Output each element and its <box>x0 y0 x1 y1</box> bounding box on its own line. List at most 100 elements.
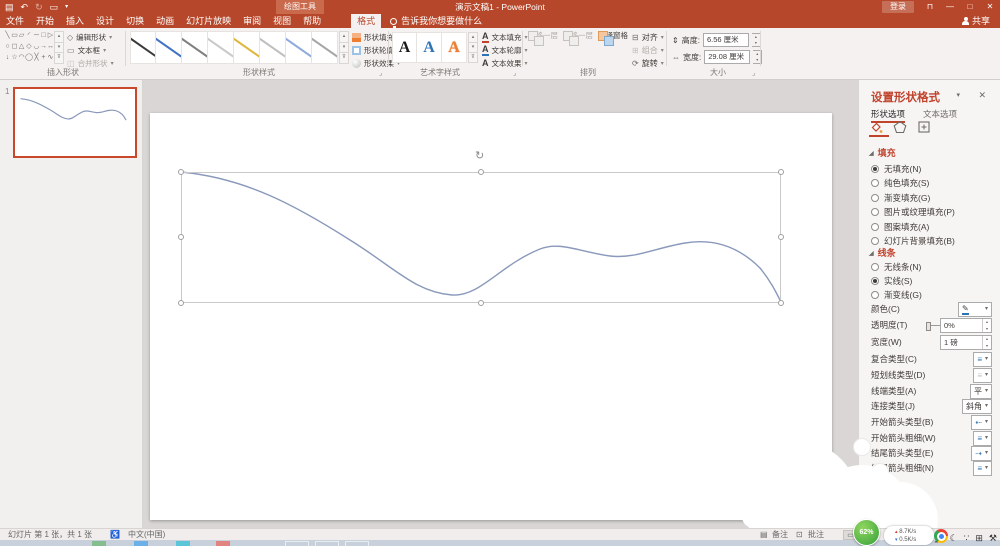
scroll-up-icon[interactable]: ▴ <box>339 31 349 43</box>
wordart-item[interactable]: A <box>392 32 417 63</box>
shape-rect-icon[interactable]: ▭ <box>11 31 18 41</box>
fill-option[interactable]: 纯色填充(S) <box>871 178 994 192</box>
wordart-gallery[interactable]: A A A <box>392 32 467 63</box>
signin-button[interactable]: 登录 <box>882 1 914 13</box>
line-width-input[interactable]: 1 磅 ▴▾ <box>940 335 992 350</box>
tab-slideshow[interactable]: 幻灯片放映 <box>180 14 237 28</box>
spin-down-icon[interactable]: ▾ <box>983 326 991 333</box>
line-style-item[interactable] <box>234 31 260 64</box>
spin-down-icon[interactable]: ▾ <box>752 40 760 46</box>
shape-arrow-right-icon[interactable]: → <box>40 42 47 52</box>
ime-tools-icon[interactable]: ⚒ <box>989 533 997 544</box>
shape-arc2-icon[interactable]: ◠ <box>18 53 25 63</box>
spin-down-icon[interactable]: ▾ <box>983 343 991 350</box>
wordart-scrollbar[interactable]: ▴ ▾ ⊽ <box>468 32 478 63</box>
shape-line-icon[interactable]: ╲ <box>4 31 11 41</box>
pane-tab-text-options[interactable]: 文本选项 <box>923 108 957 120</box>
insert-shapes-gallery[interactable]: ╲▭▱◜─□▷ ○◻△◇◡→↔ ↓☆◠◯╳+∿ <box>4 31 54 63</box>
size-properties-icon[interactable] <box>917 120 937 137</box>
radio-selected-icon[interactable] <box>871 277 879 285</box>
resize-handle-ne[interactable] <box>778 169 784 175</box>
radio-icon[interactable] <box>871 194 879 202</box>
line-style-item[interactable] <box>260 31 286 64</box>
taskbar-button[interactable] <box>285 541 309 546</box>
line-style-item[interactable] <box>286 31 312 64</box>
effects-icon[interactable] <box>893 120 913 137</box>
transparency-stepper[interactable]: ▴▾ <box>982 319 991 332</box>
resize-handle-se[interactable] <box>778 300 784 306</box>
resize-handle-w[interactable] <box>178 234 184 240</box>
ime-fullhalf-icon[interactable]: ☾ <box>950 533 958 544</box>
line-style-item[interactable] <box>130 31 156 64</box>
taskbar-app-icon[interactable] <box>134 541 148 546</box>
fill-option[interactable]: 图片或纹理填充(P) <box>871 207 994 221</box>
fill-and-line-icon[interactable] <box>869 120 889 137</box>
shape-arrow-down-icon[interactable]: ↓ <box>4 53 11 63</box>
shape-triangle-icon[interactable]: △ <box>18 42 25 52</box>
join-type-dropdown[interactable]: 斜角▾ <box>962 399 992 414</box>
begin-arrow-size-dropdown[interactable]: ≡▾ <box>973 431 992 446</box>
rotate-button[interactable]: ⟳ 旋转 ▾ <box>632 58 664 69</box>
begin-arrow-type-dropdown[interactable]: ⇠▾ <box>971 415 992 430</box>
resize-handle-e[interactable] <box>778 234 784 240</box>
slide-thumbnail[interactable] <box>13 87 137 158</box>
edit-shape-button[interactable]: ◇ 编辑形状 ▾ <box>67 32 112 43</box>
shape-plus-icon[interactable]: + <box>40 53 47 63</box>
tab-home[interactable]: 开始 <box>30 14 60 28</box>
gallery-more-icon[interactable]: ⊽ <box>339 53 349 64</box>
resize-handle-nw[interactable] <box>178 169 184 175</box>
taskbar-button[interactable] <box>345 541 369 546</box>
shape-x-icon[interactable]: ╳ <box>33 53 40 63</box>
shape-rounded-rect-icon[interactable]: ◻ <box>11 42 18 52</box>
shape-arrow-both-icon[interactable]: ↔ <box>47 42 54 52</box>
align-button[interactable]: ⊟ 对齐 ▾ <box>632 32 664 43</box>
dialog-launcher-icon[interactable]: ⌟ <box>379 70 382 77</box>
radio-icon[interactable] <box>871 237 879 245</box>
line-style-item[interactable] <box>208 31 234 64</box>
dialog-launcher-icon[interactable]: ⌟ <box>513 70 516 77</box>
comments-button[interactable]: 批注 <box>808 529 824 540</box>
slideshow-icon[interactable]: ▭ <box>50 0 59 14</box>
pane-options-icon[interactable]: ▾ <box>956 91 960 99</box>
line-style-item[interactable] <box>312 31 338 64</box>
text-outline-button[interactable]: A 文本轮廓 ▾ <box>482 45 528 56</box>
shape-curve-icon[interactable]: ◡ <box>33 42 40 52</box>
gallery-more-icon[interactable]: ⊽ <box>54 53 64 64</box>
wordart-item[interactable]: A <box>417 32 442 63</box>
fill-option[interactable]: 无填充(N) <box>871 164 994 178</box>
scroll-up-icon[interactable]: ▴ <box>54 31 64 43</box>
group-button[interactable]: ⊞ 组合 ▾ <box>632 45 664 56</box>
text-fill-button[interactable]: A 文本填充 ▾ <box>482 32 528 43</box>
resize-handle-n[interactable] <box>478 169 484 175</box>
slide-canvas[interactable]: ↻ <box>144 80 858 528</box>
radio-icon[interactable] <box>871 223 879 231</box>
text-effects-button[interactable]: A 文本效果 ▾ <box>482 58 528 69</box>
slide[interactable]: ↻ <box>150 113 832 520</box>
line-color-button[interactable]: ✎ ▾ <box>958 302 992 317</box>
scroll-down-icon[interactable]: ▾ <box>339 43 349 54</box>
selection-pane-button[interactable]: 选择窗格 <box>596 30 630 41</box>
send-backward-button[interactable]: 下移一层 <box>561 30 595 41</box>
dialog-launcher-icon[interactable]: ⌟ <box>752 70 755 77</box>
insert-shapes-scrollbar[interactable]: ▴ ▾ ⊽ <box>54 31 64 64</box>
taskbar-button[interactable] <box>315 541 339 546</box>
tab-format-active[interactable]: 格式 <box>351 14 381 28</box>
fill-option[interactable]: 图案填充(A) <box>871 222 994 236</box>
shape-square-icon[interactable]: □ <box>40 31 47 41</box>
shape-line2-icon[interactable]: ─ <box>33 31 40 41</box>
rotate-handle-icon[interactable]: ↻ <box>475 151 484 162</box>
save-icon[interactable]: ▤ <box>5 0 14 14</box>
close-icon[interactable]: ✕ <box>980 0 1000 14</box>
radio-icon[interactable] <box>871 291 879 299</box>
shape-style-gallery[interactable] <box>130 31 338 64</box>
dash-type-dropdown[interactable]: ≡▾ <box>973 368 992 383</box>
tab-animations[interactable]: 动画 <box>150 14 180 28</box>
qat-customize-icon[interactable]: ▾ <box>65 0 68 14</box>
scroll-down-icon[interactable]: ▾ <box>54 43 64 54</box>
end-arrow-type-dropdown[interactable]: ⇢▾ <box>971 446 992 461</box>
line-section-header[interactable]: ◢线条 <box>869 246 896 259</box>
chrome-icon[interactable] <box>934 529 948 543</box>
shape-oval-icon[interactable]: ◯ <box>25 53 33 63</box>
accessibility-icon[interactable]: ♿ <box>110 529 120 540</box>
notes-button[interactable]: 备注 <box>772 529 788 540</box>
